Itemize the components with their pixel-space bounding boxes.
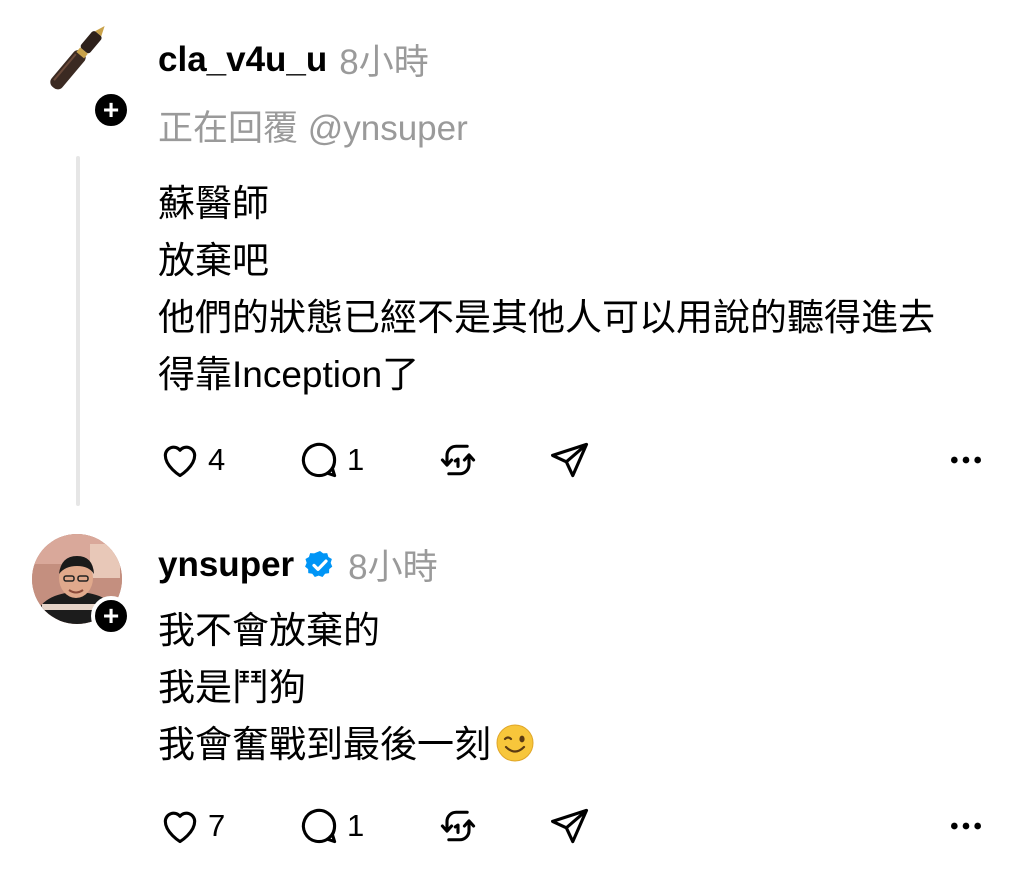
post-header: ynsuper 8小時	[158, 539, 438, 590]
post-text-line: 得靠Inception了	[158, 354, 420, 395]
paper-plane-icon	[551, 442, 589, 478]
winking-face-icon	[495, 722, 535, 762]
post-text-line: 我不會放棄的	[158, 610, 380, 651]
post-text: 我會奮戰到最後一刻	[158, 724, 491, 765]
speech-bubble-icon	[301, 808, 337, 844]
repost-icon	[440, 444, 476, 476]
post-text-line: 我會奮戰到最後一刻	[158, 716, 535, 773]
post-text-line: 他們的狀態已經不是其他人可以用說的聽得進去	[158, 297, 935, 338]
heart-icon	[163, 811, 197, 844]
like-count: 4	[208, 442, 226, 477]
username[interactable]: cla_v4u_u	[158, 40, 327, 80]
repost-button[interactable]	[436, 430, 480, 490]
more-options-button[interactable]	[946, 796, 986, 856]
reply-count: 1	[347, 442, 365, 477]
post-header: cla_v4u_u 8小時	[158, 34, 429, 85]
timestamp: 8小時	[348, 548, 438, 587]
like-button[interactable]: 7	[158, 796, 225, 856]
post-body: 蘇醫師 放棄吧 他們的狀態已經不是其他人可以用說的聽得進去 得靠Inceptio…	[158, 175, 935, 403]
timestamp: 8小時	[339, 43, 429, 82]
action-bar: 4 1	[0, 430, 1024, 490]
like-button[interactable]: 4	[158, 430, 225, 490]
heart-icon	[163, 445, 197, 478]
repost-button[interactable]	[436, 796, 480, 856]
reply-to-label[interactable]: 正在回覆 @ynsuper	[158, 100, 468, 151]
share-button[interactable]	[548, 796, 592, 856]
speech-bubble-icon	[301, 442, 337, 478]
thread-post: + ynsuper 8小時 我不會放棄的 我是鬥狗 我會奮戰到最後一刻 7 1	[0, 520, 1024, 871]
reply-count: 1	[347, 808, 365, 843]
more-dots-icon	[951, 822, 981, 830]
reply-button[interactable]: 1	[297, 430, 364, 490]
post-body: 我不會放棄的 我是鬥狗 我會奮戰到最後一刻	[158, 602, 535, 773]
more-dots-icon	[951, 456, 981, 464]
verified-badge-icon	[304, 549, 336, 581]
post-text-line: 蘇醫師	[158, 183, 269, 224]
post-text-line: 我是鬥狗	[158, 667, 306, 708]
username[interactable]: ynsuper	[158, 545, 294, 585]
thread-post: + cla_v4u_u 8小時 正在回覆 @ynsuper 蘇醫師 放棄吧 他們…	[0, 0, 1024, 520]
post-text-line: 放棄吧	[158, 240, 269, 281]
paper-plane-icon	[551, 808, 589, 844]
reply-button[interactable]: 1	[297, 796, 364, 856]
more-options-button[interactable]	[946, 430, 986, 490]
repost-icon	[440, 810, 476, 842]
action-bar: 7 1	[0, 796, 1024, 856]
share-button[interactable]	[548, 430, 592, 490]
follow-plus-icon[interactable]: +	[91, 596, 131, 636]
like-count: 7	[208, 808, 226, 843]
follow-plus-icon[interactable]: +	[91, 90, 131, 130]
